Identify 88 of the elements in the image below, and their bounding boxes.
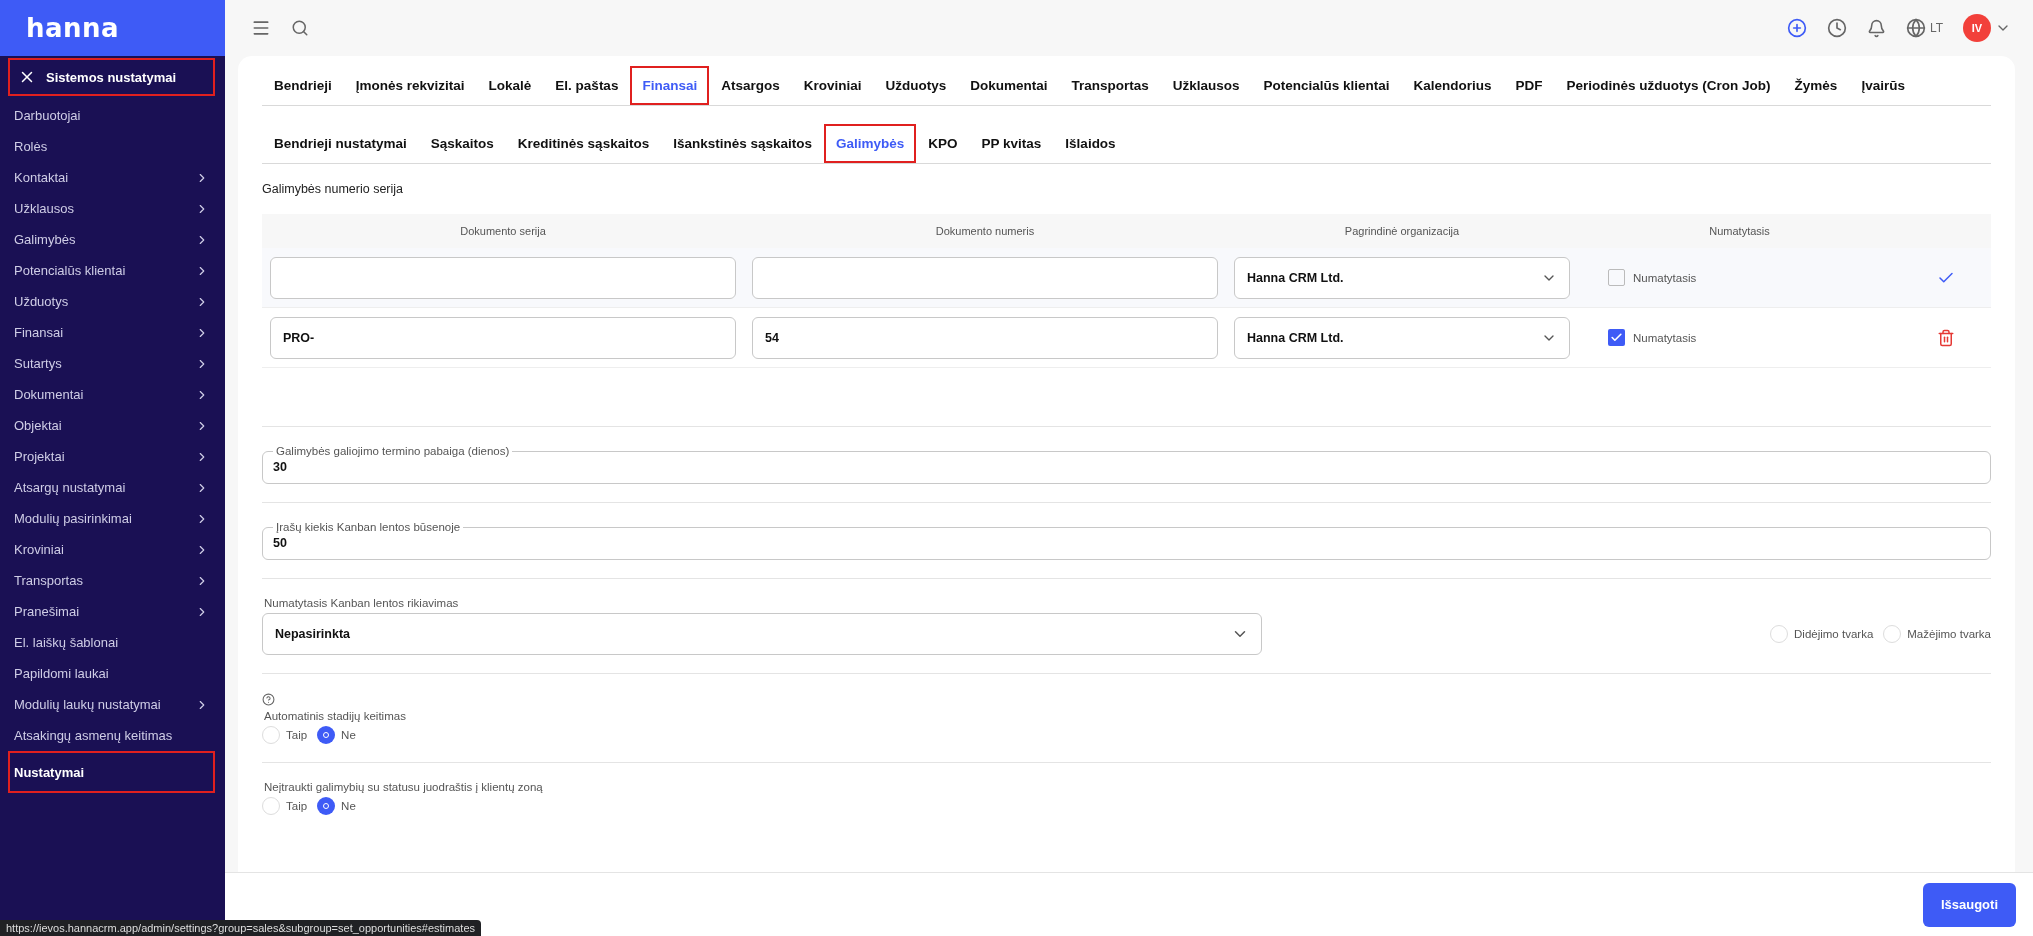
tab[interactable]: Įmonės rekvizitai (343, 66, 477, 105)
sidebar-item[interactable]: Sutartys (8, 348, 215, 379)
checkbox[interactable] (1608, 269, 1625, 286)
radio-option[interactable]: Ne (317, 797, 356, 815)
organization-select[interactable]: Hanna CRM Ltd. (1234, 256, 1570, 299)
input-field[interactable]: Įrašų kiekis Kanban lentos būsenoje 50 (262, 521, 1991, 560)
sidebar-item[interactable]: Potencialūs klientai (8, 255, 215, 286)
sidebar-item[interactable]: Atsakingų asmenų keitimas (8, 720, 215, 751)
number-input[interactable]: 54 (752, 316, 1218, 359)
sidebar-title: Sistemos nustatymai (46, 69, 177, 85)
sidebar-item[interactable]: Užklausos (8, 193, 215, 224)
sidebar-item[interactable]: Dokumentai (8, 379, 215, 410)
sidebar-item[interactable]: Objektai (8, 410, 215, 441)
tab[interactable]: Bendrieji (262, 66, 344, 105)
number-input[interactable] (752, 256, 1218, 299)
save-button[interactable]: Išsaugoti (1922, 882, 2016, 927)
field-label: Numatytasis Kanban lentos rikiavimas (264, 597, 460, 609)
radio-option[interactable]: Taip (262, 797, 308, 815)
tab[interactable]: El. paštas (543, 66, 631, 105)
input-field[interactable]: Galimybės galiojimo termino pabaiga (dienos) 30 (262, 445, 1991, 484)
add-button[interactable] (1786, 18, 1807, 38)
sidebar-item[interactable]: Galimybės (8, 224, 215, 255)
check-icon (1610, 331, 1623, 344)
sidebar-item[interactable]: Rolės (8, 131, 215, 162)
subtab[interactable]: Išankstinės sąskaitos (661, 124, 824, 163)
sidebar-header[interactable]: Sistemos nustatymai (8, 58, 215, 96)
sidebar-item[interactable]: Modulių laukų nustatymai (8, 689, 215, 720)
tab[interactable]: Periodinės užduotys (Cron Job) (1554, 66, 1783, 105)
checkbox-label: Numatytasis (1633, 271, 1697, 284)
tab[interactable]: Transportas (1059, 66, 1161, 105)
sidebar-item[interactable]: Transportas (8, 565, 215, 596)
tab[interactable]: Užduotys (873, 66, 959, 105)
sidebar-item[interactable]: Papildomi laukai (8, 658, 215, 689)
sidebar-item[interactable]: Kontaktai (8, 162, 215, 193)
subtab[interactable]: KPO (916, 124, 970, 163)
radio-option[interactable]: Ne (317, 726, 356, 744)
sidebar-item[interactable]: Kroviniai (8, 534, 215, 565)
subtab[interactable]: Sąskaitos (418, 124, 506, 163)
help-icon[interactable] (262, 693, 275, 706)
checkbox[interactable] (1608, 329, 1625, 346)
radio-button[interactable] (317, 797, 336, 815)
sidebar-item[interactable]: Modulių pasirinkimai (8, 503, 215, 534)
tab[interactable]: Kroviniai (791, 66, 874, 105)
organization-select[interactable]: Hanna CRM Ltd. (1234, 316, 1570, 359)
sidebar-item[interactable]: Nustatymai (8, 751, 215, 793)
tab[interactable]: Kalendorius (1401, 66, 1504, 105)
field-label: Automatinis stadijų keitimas (264, 710, 407, 722)
tab[interactable]: Užklausos (1160, 66, 1252, 105)
subtab[interactable]: PP kvitas (969, 124, 1054, 163)
delete-icon[interactable] (1937, 328, 1955, 347)
status-bar: https://ievos.hannacrm.app/admin/settings?group=sales&subgroup=set_opportunities#estimates (0, 920, 481, 936)
table-header: Dokumento serija Dokumento numeris Pagrindinė organizacija Numatytasis (262, 214, 1991, 248)
user-avatar[interactable]: IV (1963, 14, 1991, 42)
menu-button[interactable] (251, 18, 271, 38)
sorting-select[interactable]: Nepasirinkta (262, 613, 1262, 655)
notifications-button[interactable] (1866, 18, 1886, 38)
subtab[interactable]: Bendrieji nustatymai (262, 124, 419, 163)
radio-option[interactable]: Mažėjimo tvarka (1883, 625, 1991, 643)
user-menu-button[interactable]: IV (1963, 14, 2011, 42)
tab[interactable]: Atsargos (709, 66, 792, 105)
series-input[interactable]: PRO- (270, 316, 736, 359)
radio-button[interactable] (317, 726, 336, 744)
tab[interactable]: PDF (1503, 66, 1555, 105)
sidebar-item[interactable]: Darbuotojai (8, 100, 215, 131)
tab[interactable]: Potencialūs klientai (1251, 66, 1402, 105)
clock-button[interactable] (1826, 18, 1847, 38)
tab[interactable]: Žymės (1782, 66, 1850, 105)
radio-option[interactable]: Didėjimo tvarka (1770, 625, 1874, 643)
checkbox-label: Numatytasis (1633, 331, 1697, 344)
tab[interactable]: Finansai (630, 66, 710, 105)
subtab[interactable]: Galimybės (824, 124, 917, 163)
tab[interactable]: Dokumentai (958, 66, 1060, 105)
sidebar-item[interactable]: Užduotys (8, 286, 215, 317)
sidebar-item[interactable]: Finansai (8, 317, 215, 348)
subtab[interactable]: Išlaidos (1053, 124, 1128, 163)
search-button[interactable] (291, 19, 309, 37)
subtab[interactable]: Kreditinės sąskaitos (505, 124, 662, 163)
brand-logo: hanna (26, 13, 120, 43)
field-label: Neįtraukti galimybių su statusu juodraštis į klientų zoną (264, 781, 544, 793)
radio-option[interactable]: Taip (262, 726, 308, 744)
sidebar-item[interactable]: Atsargų nustatymai (8, 472, 215, 503)
sidebar-item[interactable]: Projektai (8, 441, 215, 472)
series-input[interactable] (270, 256, 736, 299)
sidebar-item[interactable]: El. laiškų šablonai (8, 627, 215, 658)
tab[interactable]: Lokalė (476, 66, 544, 105)
section-title: Galimybės numerio serija (262, 182, 405, 196)
tab[interactable]: Įvairūs (1849, 66, 1917, 105)
sidebar-item[interactable]: Pranešimai (8, 596, 215, 627)
